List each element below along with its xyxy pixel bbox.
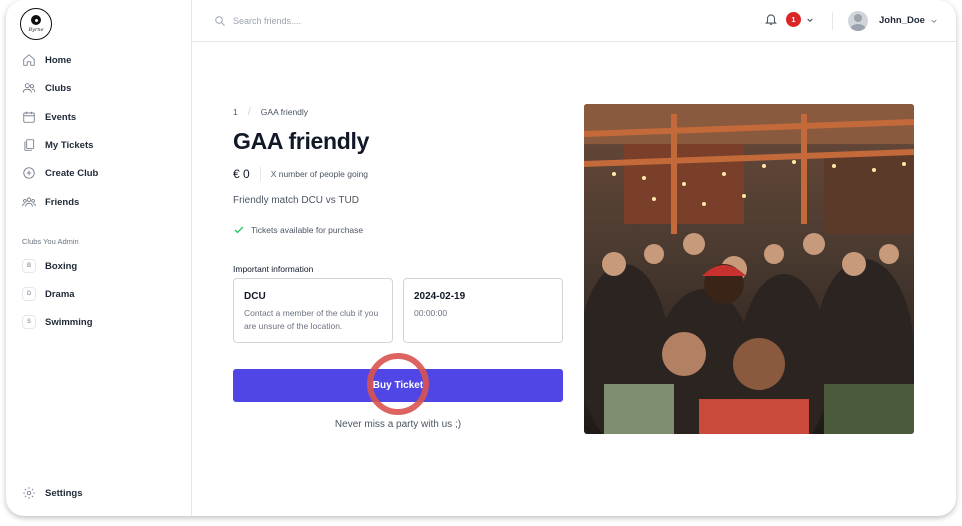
chevron-down-icon[interactable] bbox=[930, 17, 938, 25]
breadcrumb-separator: / bbox=[247, 106, 251, 118]
price-row: € 0 X number of people going bbox=[233, 167, 368, 181]
check-icon bbox=[234, 226, 244, 234]
search-icon bbox=[215, 16, 225, 26]
sidebar-item-clubs[interactable]: Clubs bbox=[22, 78, 71, 98]
breadcrumb-item[interactable]: 1 bbox=[233, 107, 238, 117]
availability-text: Tickets available for purchase bbox=[251, 225, 364, 235]
breadcrumb: 1 / GAA friendly bbox=[233, 106, 308, 118]
logo-mark bbox=[31, 15, 41, 25]
sidebar-item-label: Clubs bbox=[45, 82, 72, 94]
sidebar-item-create-club[interactable]: Create Club bbox=[22, 163, 98, 183]
event-description: Friendly match DCU vs TUD bbox=[233, 195, 359, 206]
app-logo[interactable]: Byrne bbox=[20, 8, 52, 40]
sidebar-item-label: Events bbox=[45, 111, 77, 123]
sidebar-item-events[interactable]: Events bbox=[22, 107, 76, 127]
sidebar-item-my-tickets[interactable]: My Tickets bbox=[22, 135, 93, 155]
attendee-count: X number of people going bbox=[270, 169, 369, 179]
chevron-down-icon[interactable] bbox=[806, 16, 814, 24]
app-window: Byrne Home Clubs Events My Tickets Creat… bbox=[6, 0, 956, 516]
event-photo bbox=[584, 104, 914, 434]
divider bbox=[832, 12, 833, 30]
user-group-icon bbox=[22, 197, 36, 207]
location-card: DCU Contact a member of the club if you … bbox=[233, 278, 393, 343]
calendar-icon bbox=[23, 111, 35, 123]
gear-icon bbox=[23, 487, 35, 499]
location-note: Contact a member of the club if you are … bbox=[244, 308, 379, 331]
tagline: Never miss a party with us ;) bbox=[334, 419, 462, 430]
sidebar-club-boxing[interactable]: B Boxing bbox=[22, 257, 77, 275]
divider bbox=[259, 167, 261, 181]
clubs-admin-heading: Clubs You Admin bbox=[22, 237, 79, 246]
sidebar-item-settings[interactable]: Settings bbox=[22, 483, 82, 503]
event-time: 00:00:00 bbox=[414, 308, 448, 318]
sidebar: Byrne Home Clubs Events My Tickets Creat… bbox=[6, 0, 192, 516]
club-initial-badge: S bbox=[22, 315, 36, 329]
ticket-price: € 0 bbox=[233, 167, 250, 181]
highlight-circle bbox=[367, 353, 429, 415]
sidebar-item-label: Friends bbox=[45, 196, 80, 208]
sidebar-club-drama[interactable]: D Drama bbox=[22, 285, 75, 303]
page-title: GAA friendly bbox=[233, 128, 370, 154]
club-label: Boxing bbox=[45, 260, 78, 272]
event-date: 2024-02-19 bbox=[414, 291, 466, 302]
sidebar-item-label: Home bbox=[45, 54, 72, 66]
club-initial-badge: D bbox=[22, 287, 36, 301]
documents-icon bbox=[24, 139, 35, 151]
users-icon bbox=[22, 83, 36, 93]
club-initial-badge: B bbox=[22, 259, 36, 273]
search-input[interactable] bbox=[233, 13, 453, 29]
bell-icon[interactable] bbox=[764, 11, 778, 27]
sidebar-club-swimming[interactable]: S Swimming bbox=[22, 313, 93, 331]
plus-circle-icon bbox=[23, 167, 35, 179]
date-card: 2024-02-19 00:00:00 bbox=[403, 278, 563, 343]
club-label: Drama bbox=[45, 288, 75, 300]
crowd-photo-illustration bbox=[584, 104, 914, 434]
important-info-heading: Important information bbox=[233, 264, 314, 274]
club-label: Swimming bbox=[45, 316, 93, 328]
sidebar-item-friends[interactable]: Friends bbox=[22, 192, 79, 212]
breadcrumb-item[interactable]: GAA friendly bbox=[261, 107, 308, 117]
sidebar-item-label: Create Club bbox=[45, 167, 99, 179]
sidebar-item-label: Settings bbox=[45, 487, 83, 499]
sidebar-item-home[interactable]: Home bbox=[22, 50, 71, 70]
logo-text: Byrne bbox=[28, 27, 44, 33]
home-icon bbox=[23, 54, 35, 66]
notification-badge: 1 bbox=[786, 12, 801, 27]
username[interactable]: John_Doe bbox=[879, 15, 925, 26]
availability-status: Tickets available for purchase bbox=[233, 224, 363, 236]
avatar[interactable] bbox=[848, 11, 868, 31]
location-title: DCU bbox=[244, 291, 266, 302]
sidebar-item-label: My Tickets bbox=[45, 139, 94, 151]
top-bar: 1 John_Doe bbox=[192, 0, 956, 42]
